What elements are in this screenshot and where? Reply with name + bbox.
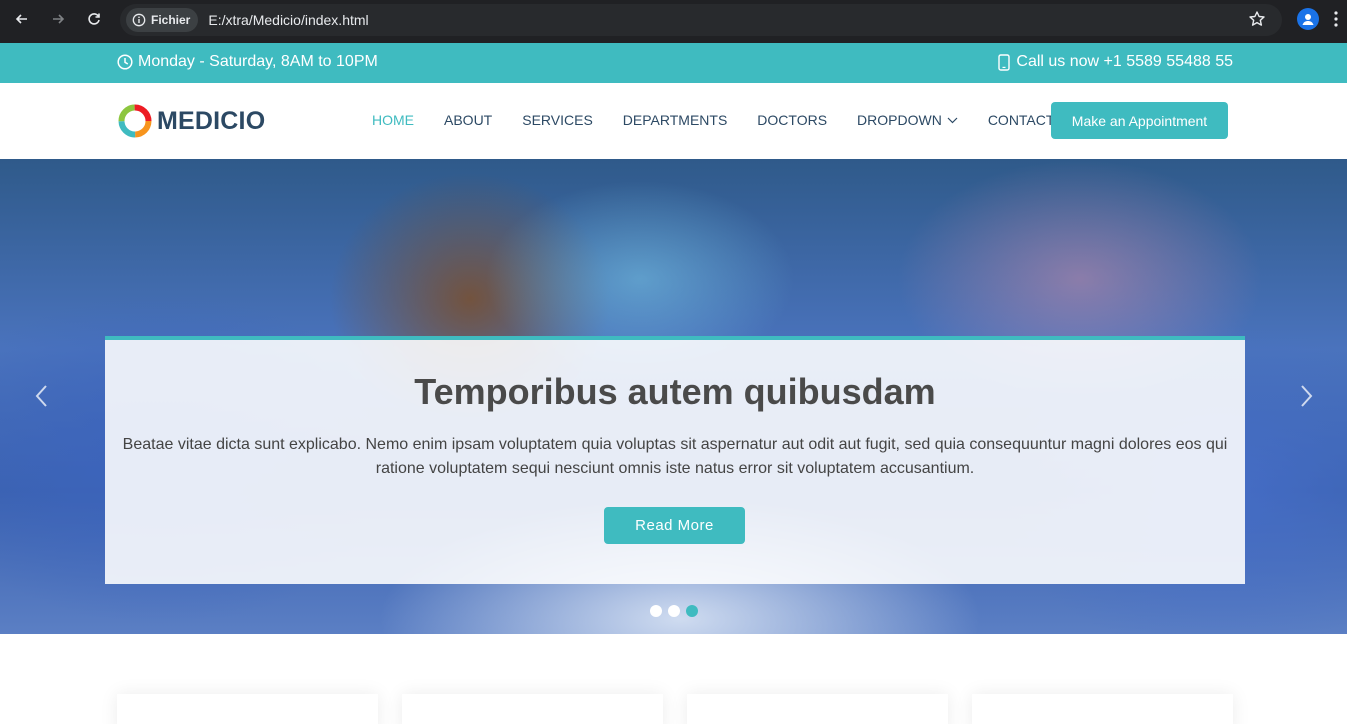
logo-ring-icon [118,104,152,138]
feature-card [402,694,663,724]
site-info-label: Fichier [151,13,191,27]
carousel-dot[interactable] [668,605,680,617]
nav-contact[interactable]: CONTACT [988,112,1055,128]
phone-text: Call us now +1 5589 55488 55 [1016,53,1233,70]
main-nav: HOME ABOUT SERVICES DEPARTMENTS DOCTORS … [372,112,1084,128]
phone-contact: Call us now +1 5589 55488 55 [998,53,1233,71]
feature-cards [117,694,1233,724]
reload-button[interactable] [82,7,106,31]
nav-departments[interactable]: DEPARTMENTS [623,112,728,128]
make-appointment-button[interactable]: Make an Appointment [1051,102,1228,139]
logo-text: MEDICIO [157,106,266,135]
address-bar[interactable]: Fichier E:/xtra/Medicio/index.html [120,4,1282,36]
reload-icon [88,13,100,25]
carousel-next-icon[interactable] [1296,384,1316,408]
nav-services[interactable]: SERVICES [522,112,593,128]
nav-doctors[interactable]: DOCTORS [757,112,827,128]
hero-title: Temporibus autem quibusdam [414,371,936,412]
nav-dropdown[interactable]: DROPDOWN [857,112,958,128]
read-more-button[interactable]: Read More [604,507,745,544]
opening-hours: Monday - Saturday, 8AM to 10PM [117,53,378,71]
feature-card [972,694,1233,724]
carousel-dot-active[interactable] [686,605,698,617]
profile-avatar[interactable] [1297,8,1319,30]
carousel-prev-icon[interactable] [32,384,52,408]
url-text[interactable]: E:/xtra/Medicio/index.html [208,12,368,28]
phone-icon [998,53,1011,71]
site-info-chip[interactable]: Fichier [126,8,199,32]
nav-home[interactable]: HOME [372,112,414,128]
chevron-down-icon [947,117,958,123]
hero-text: Beatae vitae dicta sunt explicabo. Nemo … [122,436,1228,477]
arrow-left-icon [15,14,27,24]
arrow-right-icon [53,14,65,24]
forward-button[interactable] [46,7,70,31]
site-header: MEDICIO HOME ABOUT SERVICES DEPARTMENTS … [0,83,1347,159]
feature-card [687,694,948,724]
site-logo[interactable]: MEDICIO [117,103,265,139]
top-info-bar: Monday - Saturday, 8AM to 10PM Call us n… [0,43,1347,83]
feature-card [117,694,378,724]
browser-toolbar: Fichier E:/xtra/Medicio/index.html [0,0,1347,43]
more-vert-icon[interactable] [1333,10,1339,28]
person-icon [1302,14,1314,25]
carousel-indicators [650,605,698,617]
nav-about[interactable]: ABOUT [444,112,492,128]
clock-icon [117,54,133,70]
opening-hours-text: Monday - Saturday, 8AM to 10PM [138,53,378,70]
carousel-dot[interactable] [650,605,662,617]
bookmark-star-icon[interactable] [1248,10,1266,28]
hero-carousel: Temporibus autem quibusdam Beatae vitae … [0,159,1347,634]
info-icon [132,13,146,27]
back-button[interactable] [10,7,34,31]
nav-dropdown-label: DROPDOWN [857,112,942,128]
hero-caption-box: Temporibus autem quibusdam Beatae vitae … [105,336,1245,584]
